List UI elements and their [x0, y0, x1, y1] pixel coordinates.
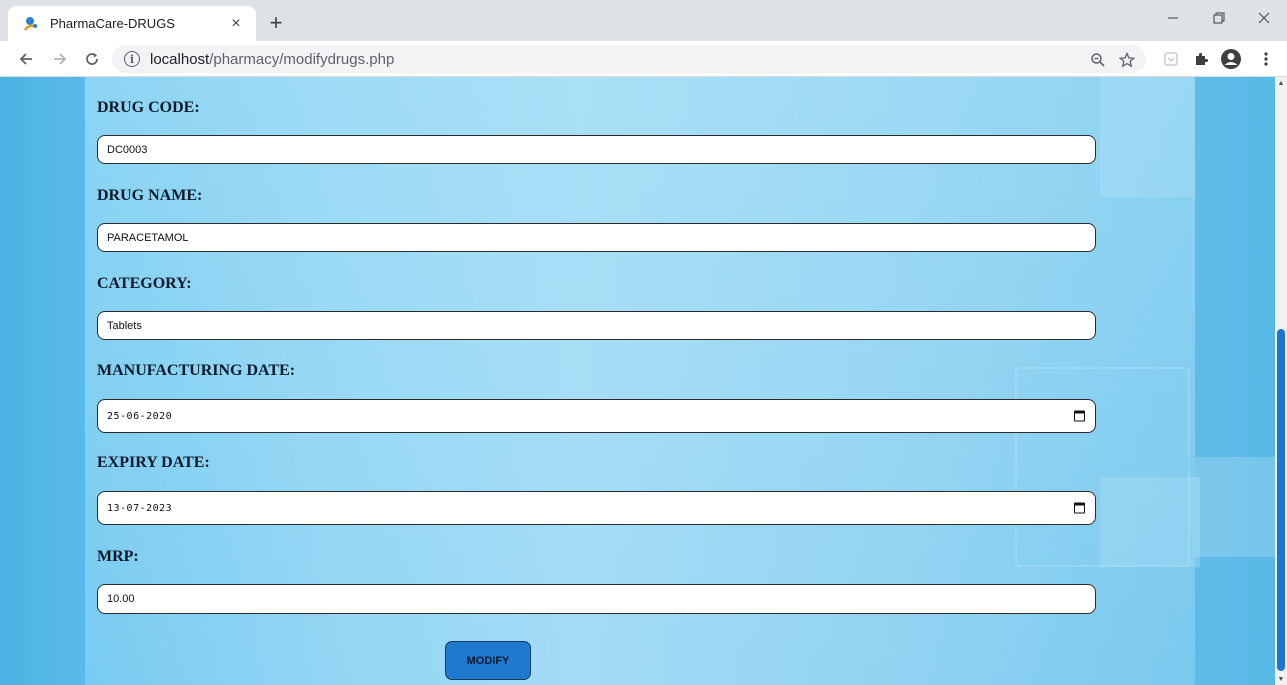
- drug-name-label: DRUG NAME:: [97, 187, 203, 204]
- extension-icon[interactable]: [1159, 47, 1183, 71]
- drug-code-value: DC0003: [107, 143, 148, 156]
- mfg-date-label: MANUFACTURING DATE:: [97, 362, 296, 379]
- reload-icon[interactable]: [80, 47, 104, 71]
- address-bar[interactable]: i localhost/pharmacy/modifydrugs.php: [112, 45, 1146, 73]
- modify-button[interactable]: MODIFY: [445, 641, 531, 680]
- menu-icon[interactable]: [1254, 47, 1278, 71]
- back-arrow-icon[interactable]: [14, 47, 38, 71]
- drug-code-label: DRUG CODE:: [97, 99, 200, 116]
- mrp-input[interactable]: 10.00: [97, 584, 1096, 614]
- expiry-date-value: 13-07-2023: [107, 502, 173, 514]
- scroll-down-icon[interactable]: ▼: [1275, 673, 1287, 685]
- browser-tab[interactable]: PharmaCare-DRUGS ×: [8, 6, 256, 41]
- mrp-label: MRP:: [97, 548, 139, 565]
- puzzle-icon[interactable]: [1189, 47, 1213, 71]
- url-text[interactable]: localhost/pharmacy/modifydrugs.php: [150, 51, 394, 68]
- right-margin: [1195, 77, 1275, 685]
- expiry-date-label: EXPIRY DATE:: [97, 454, 210, 471]
- category-input[interactable]: Tablets: [97, 311, 1096, 340]
- drug-name-input[interactable]: PARACETAMOL: [97, 223, 1096, 252]
- zoom-out-icon[interactable]: [1087, 49, 1109, 71]
- minimize-icon[interactable]: [1150, 0, 1196, 36]
- tab-strip: PharmaCare-DRUGS × +: [0, 0, 1287, 41]
- category-value: Tablets: [107, 319, 142, 332]
- pharmacy-favicon-icon: [22, 15, 40, 33]
- page-viewport: DRUG CODE: DC0003 DRUG NAME: PARACETAMOL…: [0, 77, 1287, 685]
- expiry-date-input[interactable]: 13-07-2023: [97, 491, 1096, 525]
- drug-name-value: PARACETAMOL: [107, 231, 189, 244]
- info-icon[interactable]: i: [124, 51, 140, 67]
- new-tab-icon[interactable]: +: [262, 9, 290, 37]
- tab-title: PharmaCare-DRUGS: [50, 16, 175, 31]
- mfg-date-value: 25-06-2020: [107, 410, 173, 422]
- mrp-value: 10.00: [107, 593, 135, 605]
- left-margin: [0, 77, 85, 685]
- drug-code-input[interactable]: DC0003: [97, 135, 1096, 164]
- restore-icon[interactable]: [1196, 0, 1242, 36]
- browser-toolbar: i localhost/pharmacy/modifydrugs.php: [0, 41, 1287, 77]
- calendar-icon[interactable]: [1074, 410, 1085, 422]
- mfg-date-input[interactable]: 25-06-2020: [97, 399, 1096, 433]
- scrollbar-thumb[interactable]: [1277, 329, 1285, 671]
- decor-cross: [1195, 457, 1275, 557]
- window-close-icon[interactable]: [1241, 0, 1287, 36]
- profile-icon[interactable]: [1219, 47, 1243, 71]
- forward-arrow-icon[interactable]: [48, 47, 72, 71]
- scroll-up-icon[interactable]: ▲: [1275, 77, 1287, 89]
- star-icon[interactable]: [1116, 49, 1138, 71]
- close-icon[interactable]: ×: [226, 14, 246, 34]
- category-label: CATEGORY:: [97, 275, 192, 292]
- calendar-icon[interactable]: [1074, 502, 1085, 514]
